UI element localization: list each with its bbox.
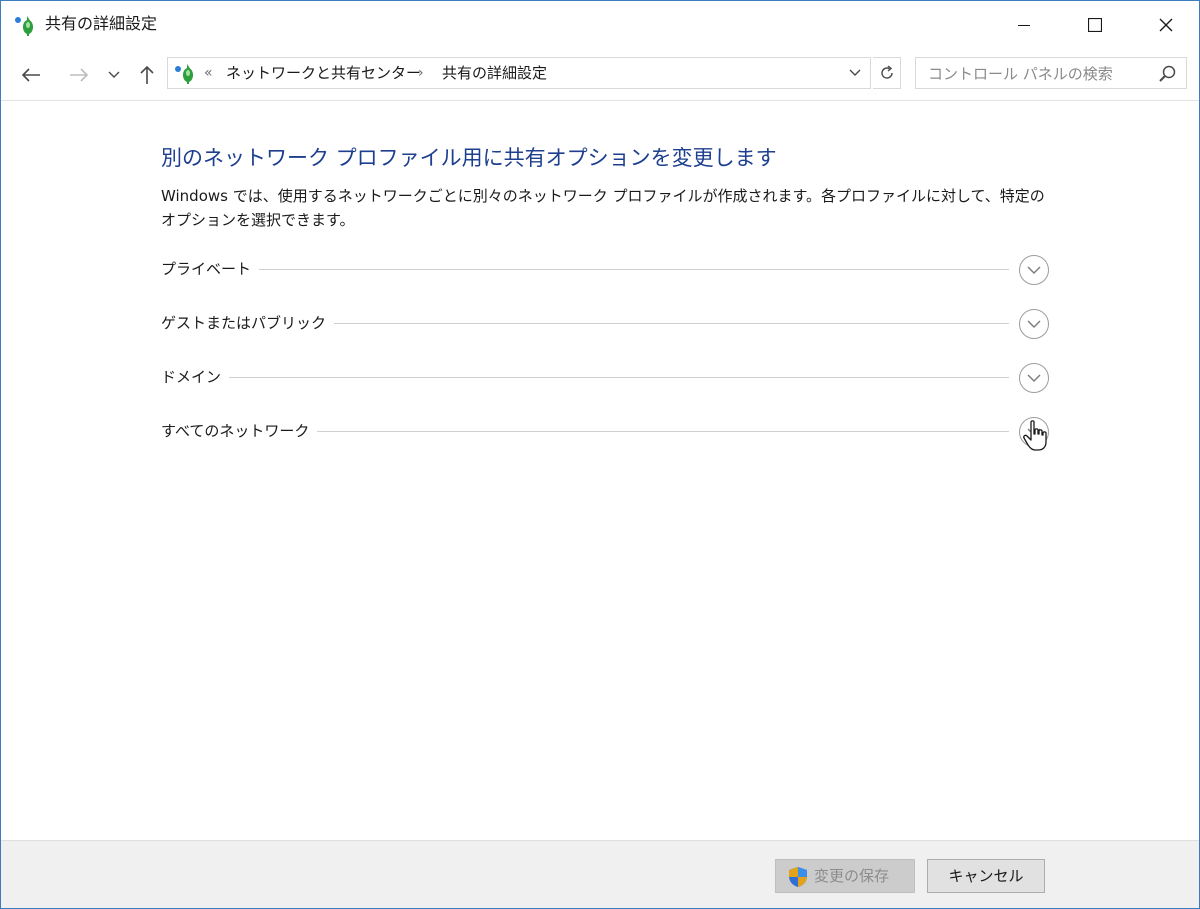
arrow-left-icon [21,68,40,82]
chevron-down-icon [1027,266,1041,274]
up-button[interactable] [133,61,161,89]
profile-label[interactable]: ドメイン [161,367,230,387]
page-heading: 別のネットワーク プロファイル用に共有オプションを変更します [161,146,777,170]
maximize-icon [1088,18,1102,32]
chevron-down-icon [1027,320,1041,328]
minimize-button[interactable] [989,1,1059,49]
main-content: 別のネットワーク プロファイル用に共有オプションを変更します Windows で… [1,102,1199,840]
chevron-down-icon [1027,374,1041,382]
chevron-down-icon [108,71,120,78]
minimize-icon [1018,25,1030,26]
title-bar[interactable]: 共有の詳細設定 [1,1,1199,49]
refresh-button[interactable] [873,57,901,89]
maximize-button[interactable] [1060,1,1130,49]
divider [161,269,1009,270]
close-icon [1159,18,1173,32]
window: 共有の詳細設定 « ネットワークと共有センター › 共有の詳細設定 コントロール… [0,0,1200,909]
save-changes-label: 変更の保存 [814,867,890,885]
network-sharing-icon [13,13,37,37]
profile-section-private[interactable]: プライベート [161,253,1049,287]
footer-bar: 変更の保存 キャンセル [1,840,1199,908]
profile-label[interactable]: すべてのネットワーク [161,421,318,441]
profile-section-guest-public[interactable]: ゲストまたはパブリック [161,307,1049,341]
search-icon[interactable] [1158,64,1178,84]
arrow-right-icon [70,68,89,82]
search-input[interactable]: コントロール パネルの検索 [928,64,1113,84]
refresh-icon [880,65,893,79]
navigation-bar: « ネットワークと共有センター › 共有の詳細設定 コントロール パネルの検索 [1,49,1199,101]
uac-shield-icon [788,866,808,888]
breadcrumb-network-center[interactable]: ネットワークと共有センター [226,63,421,83]
profile-section-all-networks[interactable]: すべてのネットワーク [161,415,1049,449]
breadcrumb-overflow[interactable]: « [204,63,213,83]
save-changes-button[interactable]: 変更の保存 [775,859,915,893]
profile-label[interactable]: ゲストまたはパブリック [161,313,335,333]
close-button[interactable] [1131,1,1199,49]
arrow-up-icon [140,65,154,84]
breadcrumb-separator[interactable]: › [418,63,424,83]
divider [161,377,1009,378]
address-dropdown-button[interactable] [844,62,866,84]
back-button[interactable] [17,61,45,89]
breadcrumb-advanced-sharing[interactable]: 共有の詳細設定 [442,63,547,83]
window-title: 共有の詳細設定 [45,14,158,33]
chevron-down-icon [849,69,861,76]
expand-button[interactable] [1019,363,1049,393]
network-sharing-icon [172,61,198,85]
expand-button[interactable] [1019,309,1049,339]
profile-section-domain[interactable]: ドメイン [161,361,1049,395]
forward-button[interactable] [65,61,93,89]
page-description: Windows では、使用するネットワークごとに別々のネットワーク プロファイル… [161,187,1045,229]
recent-locations-button[interactable] [103,61,125,89]
hand-pointer-icon [1023,420,1049,452]
address-bar[interactable]: « ネットワークと共有センター › 共有の詳細設定 [167,57,871,89]
search-box[interactable]: コントロール パネルの検索 [915,57,1187,89]
profile-label[interactable]: プライベート [161,259,260,279]
cancel-button[interactable]: キャンセル [927,859,1045,893]
expand-button[interactable] [1019,255,1049,285]
